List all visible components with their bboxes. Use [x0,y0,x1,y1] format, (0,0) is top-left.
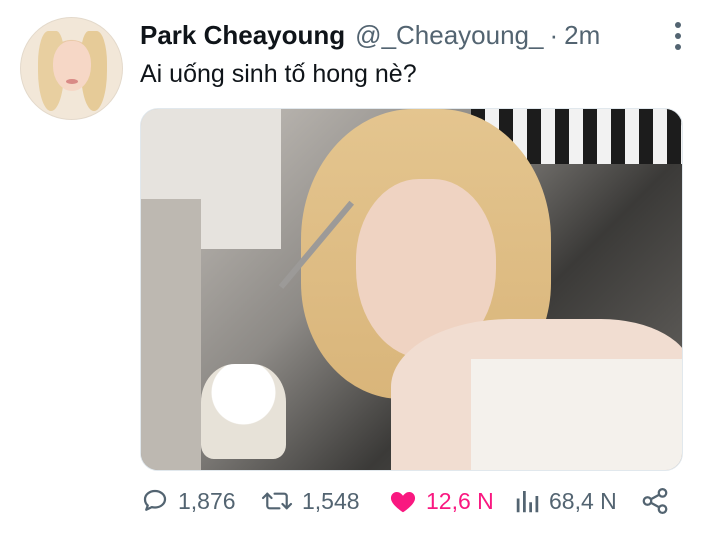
retweet-count: 1,548 [302,487,360,514]
more-dot [675,22,681,28]
user-handle[interactable]: @_Cheayoung_ [355,20,543,51]
views-button[interactable]: 68,4 N [515,486,617,516]
separator-dot: · [549,20,559,50]
comment-icon [143,489,167,511]
avatar-lips [66,79,78,84]
tweet-text: Ai uống sinh tố hong nè? [140,60,417,88]
like-count: 12,6 N [426,487,494,514]
timestamp[interactable]: 2m [564,20,600,51]
display-name[interactable]: Park Cheayoung [140,20,345,51]
more-dot [675,44,681,50]
share-icon [642,488,668,514]
tweet-header: Park Cheayoung @_Cheayoung_ · 2m [140,20,600,54]
photo-dress [471,359,682,470]
reply-count: 1,876 [178,487,236,514]
share-button[interactable] [640,486,670,516]
heart-filled-icon [390,492,416,513]
tweet-photo[interactable] [140,108,683,471]
photo-cup [201,364,286,459]
retweet-button[interactable]: 1,548 [260,486,360,516]
bar-chart-icon [516,491,539,513]
retweet-icon [261,492,293,510]
like-button[interactable]: 12,6 N [388,486,494,516]
reply-button[interactable]: 1,876 [140,486,236,516]
tweet-actions: 1,876 1,548 12,6 N 68,4 N [140,484,681,518]
photo-table [141,199,201,470]
views-count: 68,4 N [549,487,617,514]
more-options-icon[interactable] [670,22,686,50]
more-dot [675,33,681,39]
profile-avatar[interactable] [20,17,123,120]
